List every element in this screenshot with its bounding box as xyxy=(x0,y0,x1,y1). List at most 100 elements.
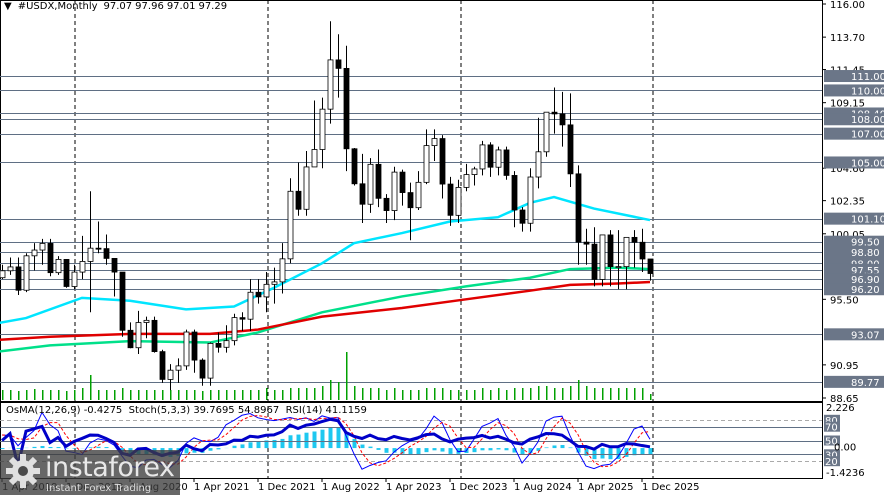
candle xyxy=(239,312,246,332)
candle xyxy=(423,129,430,185)
volume-bar xyxy=(194,390,196,400)
price-chart[interactable]: 116.00113.70111.45109.15104.60102.35100.… xyxy=(0,0,887,495)
volume-bar xyxy=(642,388,644,400)
osma-bar xyxy=(568,447,573,449)
candle-body xyxy=(527,176,534,224)
moving-average-ma_fast xyxy=(0,195,651,324)
osma-bar xyxy=(328,427,333,449)
volume-bar xyxy=(138,390,140,400)
ohlc-high: 97.96 xyxy=(135,1,164,12)
volume-bar xyxy=(282,390,284,400)
volume-bar xyxy=(610,388,612,400)
osma-bar xyxy=(488,448,493,451)
volume-bar xyxy=(202,391,204,400)
candle-body xyxy=(431,138,438,147)
volume-bar xyxy=(90,375,92,400)
candle-body xyxy=(615,266,622,269)
candle xyxy=(87,191,94,313)
candle xyxy=(495,146,502,176)
osma-bar xyxy=(480,448,485,451)
candle xyxy=(167,364,174,391)
volume-bar xyxy=(162,390,164,400)
ohlc-open: 97.07 xyxy=(103,1,133,12)
candle xyxy=(591,227,598,287)
candle-body xyxy=(623,236,630,268)
volume-bar xyxy=(586,386,588,400)
candle-body xyxy=(455,186,462,216)
volume-bar xyxy=(122,388,124,400)
volume-bar xyxy=(634,388,636,400)
candle-body xyxy=(591,243,598,280)
osma-bar xyxy=(336,427,341,449)
candle xyxy=(175,358,182,383)
candle-body xyxy=(479,144,486,170)
candle xyxy=(551,87,558,134)
candle xyxy=(263,271,270,313)
candle xyxy=(399,169,406,206)
candle-body xyxy=(247,291,254,320)
volume-bar xyxy=(562,388,564,400)
osma-bar xyxy=(352,438,357,449)
volume-bar xyxy=(322,386,324,400)
candle-body xyxy=(543,111,550,153)
volume-bar xyxy=(650,394,652,400)
candle xyxy=(535,117,542,189)
volume-bar xyxy=(42,390,44,400)
candle xyxy=(199,358,206,386)
candle-body xyxy=(79,261,86,273)
candle xyxy=(519,207,526,232)
gear-logo-icon xyxy=(6,454,40,488)
osma-bar xyxy=(440,448,445,452)
price-tick-label: 90.95 xyxy=(830,361,859,372)
level-label: 89.77 xyxy=(851,378,880,389)
candle-body xyxy=(255,291,262,298)
volume-bar xyxy=(130,390,132,400)
candle-body xyxy=(559,113,566,126)
candle xyxy=(151,316,158,353)
candle xyxy=(119,271,126,337)
volume-bar xyxy=(554,388,556,400)
candle xyxy=(207,342,214,386)
candle-body xyxy=(167,369,174,380)
candle xyxy=(559,91,566,147)
candle-body xyxy=(127,329,134,349)
osma-bar xyxy=(384,448,389,453)
volume-bar xyxy=(98,390,100,400)
candle xyxy=(231,313,238,346)
candle-body xyxy=(303,166,310,210)
osma-bar xyxy=(560,445,565,449)
candle xyxy=(599,234,606,287)
time-tick-label: 1 Apr 2025 xyxy=(578,482,633,493)
volume-bar xyxy=(354,386,356,400)
osma-bar xyxy=(504,448,509,451)
stoch-label: Stoch(5,3,3) 39.7695 54.8967 xyxy=(128,405,280,416)
volume-bar xyxy=(178,390,180,400)
candle xyxy=(135,310,142,355)
osma-bar xyxy=(32,446,37,449)
candle-body xyxy=(375,163,382,199)
volume-bar xyxy=(74,390,76,400)
volume-bar xyxy=(170,390,172,400)
osma-bar xyxy=(72,448,77,449)
dropdown-triangle-icon[interactable]: ▼ xyxy=(4,1,12,12)
volume-bar xyxy=(394,388,396,400)
volume-bar xyxy=(218,390,220,400)
candle xyxy=(343,45,350,172)
candle-body xyxy=(295,190,302,210)
candle-body xyxy=(631,236,638,243)
osma-bar xyxy=(48,447,53,449)
candle xyxy=(327,21,334,124)
volume-bar xyxy=(450,390,452,400)
volume-bar xyxy=(226,390,228,400)
indicator-axis-label: 2.226 xyxy=(826,403,855,414)
candle-body xyxy=(103,248,110,259)
volume-bar xyxy=(250,390,252,400)
volume-bar xyxy=(578,380,580,400)
candle xyxy=(463,163,470,192)
candle xyxy=(367,158,374,213)
volume-bar xyxy=(242,390,244,400)
volume-bar xyxy=(338,382,340,400)
level-label: 111.00 xyxy=(851,72,886,83)
candle-body xyxy=(311,149,318,168)
candle-body xyxy=(199,359,206,379)
